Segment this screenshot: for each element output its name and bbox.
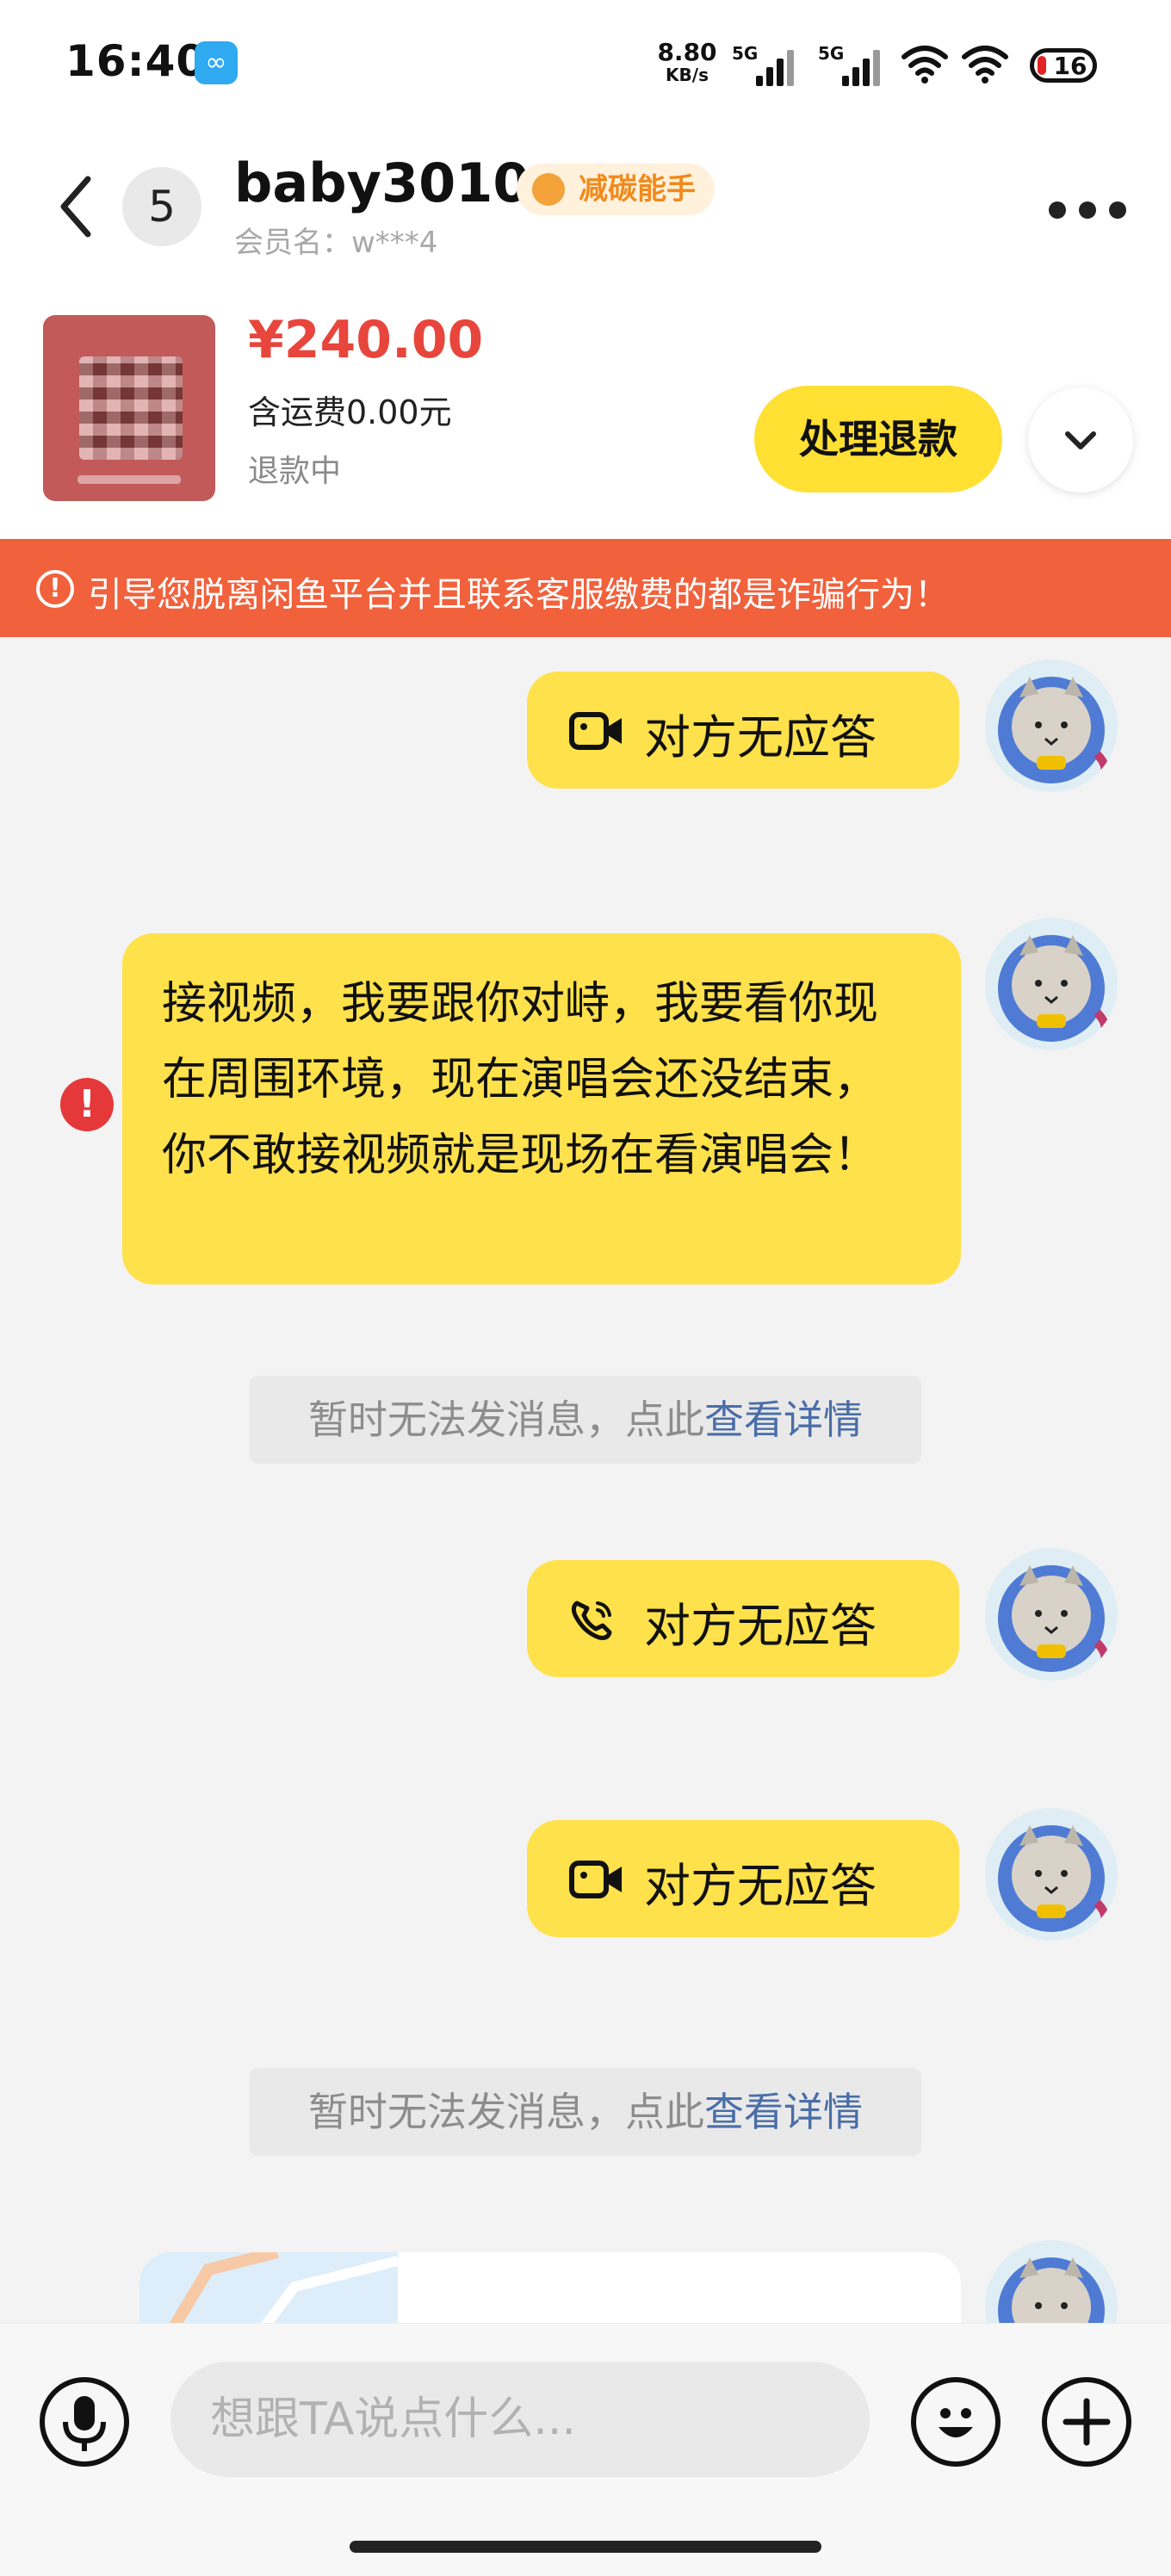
network-speed: 8.80 KB/s xyxy=(654,38,720,85)
network-speed-unit: KB/s xyxy=(666,65,709,85)
voice-input-button[interactable] xyxy=(40,2377,129,2467)
signal-icon-sim1: 5G xyxy=(732,43,801,86)
map-thumbnail xyxy=(139,2252,400,2323)
more-actions-button[interactable] xyxy=(1042,2377,1131,2467)
avatar[interactable] xyxy=(985,1808,1118,1941)
carbon-badge[interactable]: 减碳能手 xyxy=(517,164,715,215)
fraud-warning-banner: ! 引导您脱离闲鱼平台并且联系客服缴费的都是诈骗行为！ xyxy=(0,539,1171,637)
emoji-button[interactable] xyxy=(911,2377,1001,2467)
app-notification-icon: ∞ xyxy=(195,41,238,84)
expand-button[interactable] xyxy=(1028,387,1133,492)
notice-text: 暂时无法发消息，点此 xyxy=(308,2089,704,2135)
wifi-icon xyxy=(901,46,948,84)
message-input[interactable] xyxy=(170,2362,870,2477)
video-call-icon xyxy=(569,1861,622,1898)
shipping-fee: 含运费0.00元 xyxy=(248,393,452,431)
system-notice: 暂时无法发消息，点此查看详情 xyxy=(250,2068,921,2156)
handle-refund-button[interactable]: 处理退款 xyxy=(754,386,1002,492)
message-list[interactable]: 对方无应答 ! 接视频，我要跟你对峙，我要看你现在周围环境，现在演唱会还没结束，… xyxy=(0,637,1171,2323)
video-call-message[interactable]: 对方无应答 xyxy=(527,672,959,789)
call-status-label: 对方无应答 xyxy=(644,1859,877,1913)
chevron-down-icon xyxy=(1065,431,1096,449)
signal-icon-sim2: 5G xyxy=(818,43,887,86)
chat-screen: 16:40 ∞ 8.80 KB/s 5G 5G 16 5 baby3010 减碳… xyxy=(0,0,1171,2576)
status-bar: 16:40 ∞ 8.80 KB/s 5G 5G 16 xyxy=(0,0,1171,129)
warning-icon: ! xyxy=(36,570,74,608)
microphone-icon xyxy=(63,2396,106,2451)
voice-call-message[interactable]: 对方无应答 xyxy=(527,1560,959,1677)
system-notice: 暂时无法发消息，点此查看详情 xyxy=(250,1376,921,1464)
view-details-link[interactable]: 查看详情 xyxy=(704,2089,863,2135)
home-indicator[interactable] xyxy=(350,2541,821,2553)
product-price: ¥240.00 xyxy=(248,310,484,370)
notice-text: 暂时无法发消息，点此 xyxy=(308,1396,704,1443)
text-message[interactable]: 接视频，我要跟你对峙，我要看你现在周围环境，现在演唱会还没结束，你不敢接视频就是… xyxy=(122,933,961,1285)
phone-call-icon xyxy=(571,1601,612,1640)
unread-count-badge[interactable]: 5 xyxy=(122,167,201,246)
avatar[interactable] xyxy=(985,918,1118,1050)
order-status: 退款中 xyxy=(248,454,342,489)
leaf-icon xyxy=(532,173,565,206)
emoji-icon xyxy=(939,2408,973,2437)
sim1-label: 5G xyxy=(732,43,759,64)
back-icon[interactable] xyxy=(52,172,103,241)
status-time: 16:40 xyxy=(65,36,208,86)
product-thumbnail[interactable] xyxy=(43,315,215,501)
video-call-icon xyxy=(569,712,622,750)
battery-icon: 16 xyxy=(1030,48,1097,83)
error-icon[interactable]: ! xyxy=(60,1078,114,1131)
location-message[interactable] xyxy=(139,2252,961,2323)
input-bar xyxy=(0,2323,1171,2576)
view-details-link[interactable]: 查看详情 xyxy=(704,1396,863,1443)
message-text: 接视频，我要跟你对峙，我要看你现在周围环境，现在演唱会还没结束，你不敢接视频就是… xyxy=(162,978,879,1181)
carbon-badge-label: 减碳能手 xyxy=(579,172,696,207)
member-name: 会员名：w***4 xyxy=(234,226,438,260)
wifi-icon-2 xyxy=(962,46,1008,84)
plus-icon xyxy=(1063,2398,1111,2446)
sim2-label: 5G xyxy=(818,43,845,64)
call-status-label: 对方无应答 xyxy=(644,710,877,765)
warning-text: 引导您脱离闲鱼平台并且联系客服缴费的都是诈骗行为！ xyxy=(88,575,949,615)
more-icon[interactable] xyxy=(1049,201,1126,219)
avatar[interactable] xyxy=(985,659,1118,792)
product-bar: ¥240.00 含运费0.00元 退款中 处理退款 xyxy=(0,267,1171,541)
video-call-message[interactable]: 对方无应答 xyxy=(527,1820,959,1937)
battery-level: 16 xyxy=(1053,52,1087,80)
network-speed-value: 8.80 xyxy=(657,38,717,66)
call-status-label: 对方无应答 xyxy=(644,1599,877,1653)
avatar[interactable] xyxy=(985,1548,1118,1681)
chat-header: 5 baby3010 减碳能手 会员名：w***4 xyxy=(0,129,1171,267)
avatar[interactable] xyxy=(985,2240,1118,2323)
contact-name[interactable]: baby3010 xyxy=(234,152,530,214)
